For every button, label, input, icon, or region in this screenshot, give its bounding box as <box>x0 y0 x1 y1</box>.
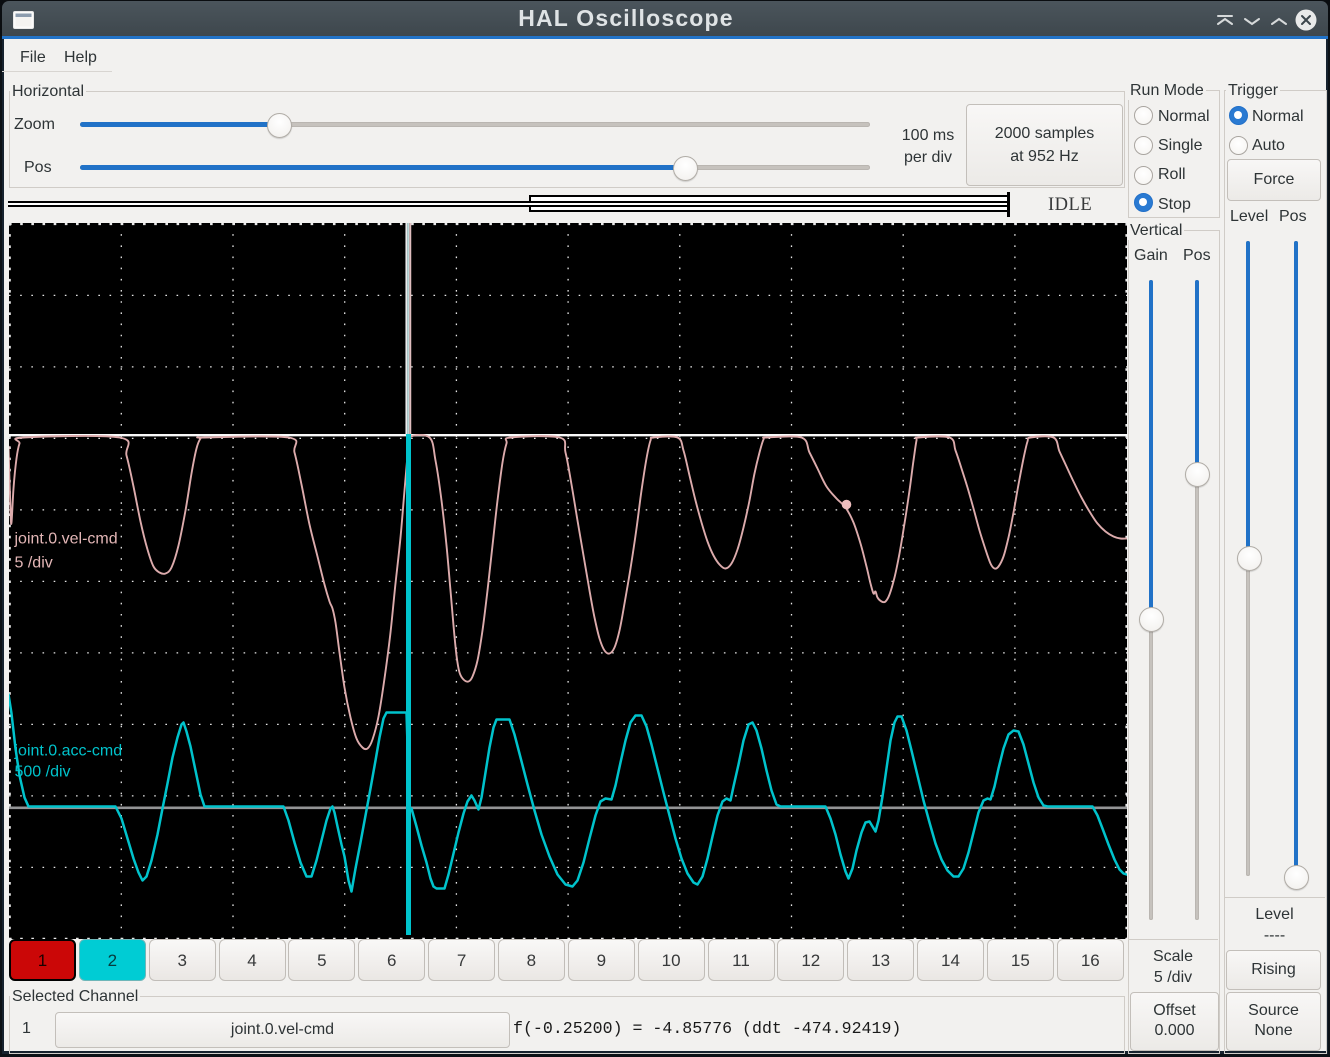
svg-text:joint.0.vel-cmd: joint.0.vel-cmd <box>13 530 117 547</box>
svg-text:5 /div: 5 /div <box>14 554 52 571</box>
svg-text:500 /div: 500 /div <box>14 763 70 780</box>
svg-text:joint.0.acc-cmd: joint.0.acc-cmd <box>13 742 122 759</box>
